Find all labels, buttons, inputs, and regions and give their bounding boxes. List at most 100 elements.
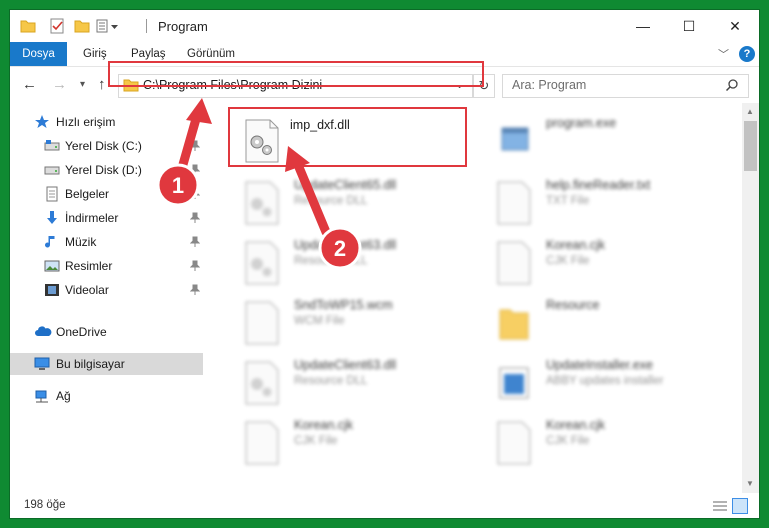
tab-home[interactable]: Giriş bbox=[83, 42, 107, 66]
file-type: Resource DLL bbox=[294, 255, 368, 267]
up-arrow-icon[interactable]: ↑ bbox=[98, 76, 106, 93]
file-type: CJK File bbox=[546, 435, 590, 447]
file-item[interactable]: Korean.cjk CJK File bbox=[484, 414, 734, 470]
forward-arrow-icon[interactable]: → bbox=[52, 76, 67, 93]
vertical-scrollbar[interactable]: ▲ ▼ bbox=[742, 103, 759, 493]
minimize-button[interactable]: — bbox=[620, 10, 666, 42]
sidebar-item-documents[interactable]: Belgeler bbox=[10, 183, 203, 205]
file-item[interactable]: help.fineReader.txt TXT File bbox=[484, 174, 734, 230]
sidebar-item-label: Yerel Disk (C:) bbox=[65, 139, 142, 153]
file-item[interactable]: Korean.cjk CJK File bbox=[484, 234, 734, 290]
item-count: 198 öğe bbox=[24, 499, 66, 511]
file-name: SndToWP15.wcm bbox=[294, 298, 393, 312]
close-button[interactable]: ✕ bbox=[712, 10, 758, 42]
computer-icon bbox=[34, 356, 50, 372]
file-item[interactable]: SndToWP15.wcm WCM File bbox=[232, 294, 482, 350]
file-item[interactable]: UpdateInstaller.exe ABBY updates install… bbox=[484, 354, 734, 410]
sidebar-item-label: İndirmeler bbox=[65, 211, 119, 225]
back-arrow-icon[interactable]: ← bbox=[22, 76, 37, 93]
maximize-button[interactable]: ☐ bbox=[666, 10, 712, 42]
search-placeholder: Ara: Program bbox=[512, 78, 587, 92]
title-separator bbox=[146, 19, 147, 33]
sidebar-item-local-disk-d[interactable]: Yerel Disk (D:) bbox=[10, 159, 203, 181]
sidebar-item-label: Ağ bbox=[56, 389, 71, 403]
dll-gear-icon bbox=[242, 240, 282, 286]
drive-icon bbox=[44, 138, 60, 154]
sidebar-item-onedrive[interactable]: OneDrive bbox=[10, 321, 203, 343]
drive-icon bbox=[44, 162, 60, 178]
documents-icon bbox=[44, 186, 60, 202]
sidebar-item-videos[interactable]: Videolar bbox=[10, 279, 203, 301]
help-icon[interactable]: ? bbox=[739, 46, 755, 62]
sidebar-item-local-disk-c[interactable]: Yerel Disk (C:) bbox=[10, 135, 203, 157]
sidebar-item-label: Resimler bbox=[65, 259, 113, 273]
file-item[interactable]: UpdateClient65.dll Resource DLL bbox=[232, 174, 482, 230]
new-folder-icon[interactable] bbox=[74, 18, 90, 34]
file-type: TXT File bbox=[546, 195, 590, 207]
file-item[interactable]: UpdateClient63.dll Resource DLL bbox=[232, 234, 482, 290]
file-type: WCM File bbox=[294, 315, 345, 327]
file-name: Korean.cjk bbox=[294, 418, 354, 432]
pin-icon[interactable] bbox=[189, 188, 201, 200]
file-type: Resource DLL bbox=[294, 375, 368, 387]
large-icons-view-icon[interactable] bbox=[732, 498, 748, 514]
sidebar-item-label: Müzik bbox=[65, 235, 97, 249]
pin-icon[interactable] bbox=[189, 212, 201, 224]
sidebar-item-label: Belgeler bbox=[65, 187, 110, 201]
network-icon bbox=[34, 388, 50, 404]
details-view-icon[interactable] bbox=[713, 500, 727, 512]
cloud-icon bbox=[34, 324, 52, 340]
file-name: UpdateClient63.dll bbox=[294, 238, 397, 252]
blank-file-icon bbox=[242, 420, 282, 466]
blank-file-icon bbox=[494, 420, 534, 466]
sidebar-item-music[interactable]: Müzik bbox=[10, 231, 203, 253]
file-type: Resource DLL bbox=[294, 195, 368, 207]
search-input[interactable]: Ara: Program bbox=[502, 74, 749, 98]
download-icon bbox=[44, 210, 60, 226]
search-icon[interactable] bbox=[725, 78, 739, 95]
file-type: CJK File bbox=[546, 255, 590, 267]
file-item[interactable]: Korean.cjk CJK File bbox=[232, 414, 482, 470]
blank-file-icon bbox=[494, 240, 534, 286]
sidebar-item-this-pc[interactable]: Bu bilgisayar bbox=[10, 353, 203, 375]
file-type: CJK File bbox=[294, 435, 338, 447]
navigation-pane: Hızlı erişim Yerel Disk (C:) Yerel Disk … bbox=[10, 103, 203, 493]
sidebar-item-network[interactable]: Ağ bbox=[10, 385, 203, 407]
sidebar-item-quick-access[interactable]: Hızlı erişim bbox=[10, 111, 203, 133]
pin-icon[interactable] bbox=[189, 236, 201, 248]
file-name: UpdateInstaller.exe bbox=[546, 358, 654, 372]
file-name: Korean.cjk bbox=[546, 238, 606, 252]
title-bar: Program — ☐ ✕ bbox=[10, 10, 759, 42]
pin-icon[interactable] bbox=[189, 284, 201, 296]
sidebar-item-label: Videolar bbox=[65, 283, 109, 297]
scroll-down-icon[interactable]: ▼ bbox=[746, 479, 754, 488]
text-file-icon bbox=[494, 180, 534, 226]
dll-gear-icon bbox=[242, 180, 282, 226]
sidebar-item-label: Bu bilgisayar bbox=[56, 357, 125, 371]
file-item[interactable]: Resource bbox=[484, 294, 734, 350]
file-name: program.exe bbox=[546, 116, 617, 130]
sidebar-item-pictures[interactable]: Resimler bbox=[10, 255, 203, 277]
folder-icon bbox=[494, 300, 534, 346]
file-item[interactable]: UpdateClient63.dll Resource DLL bbox=[232, 354, 482, 410]
tab-file[interactable]: Dosya bbox=[10, 42, 67, 66]
folder-icon[interactable] bbox=[20, 18, 36, 34]
pictures-icon bbox=[44, 258, 60, 274]
expand-ribbon-icon[interactable]: ﹀ bbox=[718, 46, 729, 62]
customize-toolbar-icon[interactable] bbox=[96, 18, 120, 34]
pin-icon[interactable] bbox=[189, 164, 201, 176]
sidebar-item-label: Yerel Disk (D:) bbox=[65, 163, 142, 177]
pin-icon[interactable] bbox=[189, 260, 201, 272]
sidebar-item-downloads[interactable]: İndirmeler bbox=[10, 207, 203, 229]
file-name: help.fineReader.txt bbox=[546, 178, 651, 192]
file-highlight-box bbox=[228, 107, 467, 167]
music-icon bbox=[44, 234, 60, 250]
file-item-program-exe[interactable]: program.exe bbox=[484, 112, 734, 168]
scroll-up-icon[interactable]: ▲ bbox=[746, 107, 754, 116]
recent-locations-icon[interactable]: ▾ bbox=[80, 79, 85, 90]
scroll-thumb[interactable] bbox=[744, 121, 757, 171]
pin-icon[interactable] bbox=[189, 140, 201, 152]
properties-check-icon[interactable] bbox=[50, 18, 66, 34]
file-name: Resource bbox=[546, 298, 600, 312]
exe-icon bbox=[494, 118, 534, 164]
